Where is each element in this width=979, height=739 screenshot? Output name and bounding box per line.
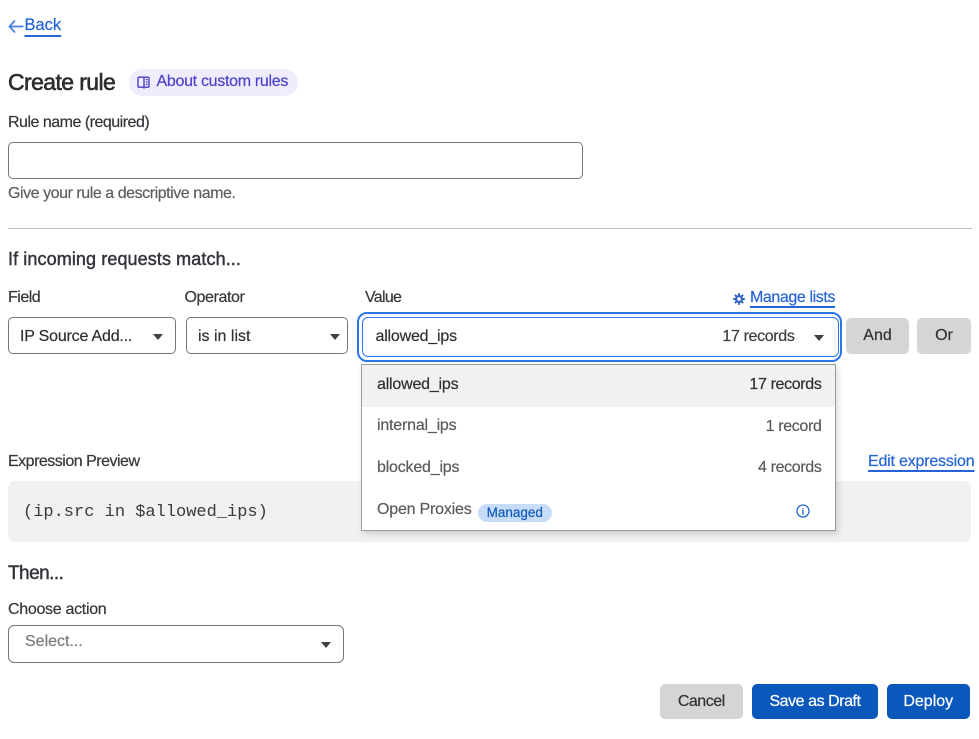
svg-text:i: i [801, 507, 804, 517]
